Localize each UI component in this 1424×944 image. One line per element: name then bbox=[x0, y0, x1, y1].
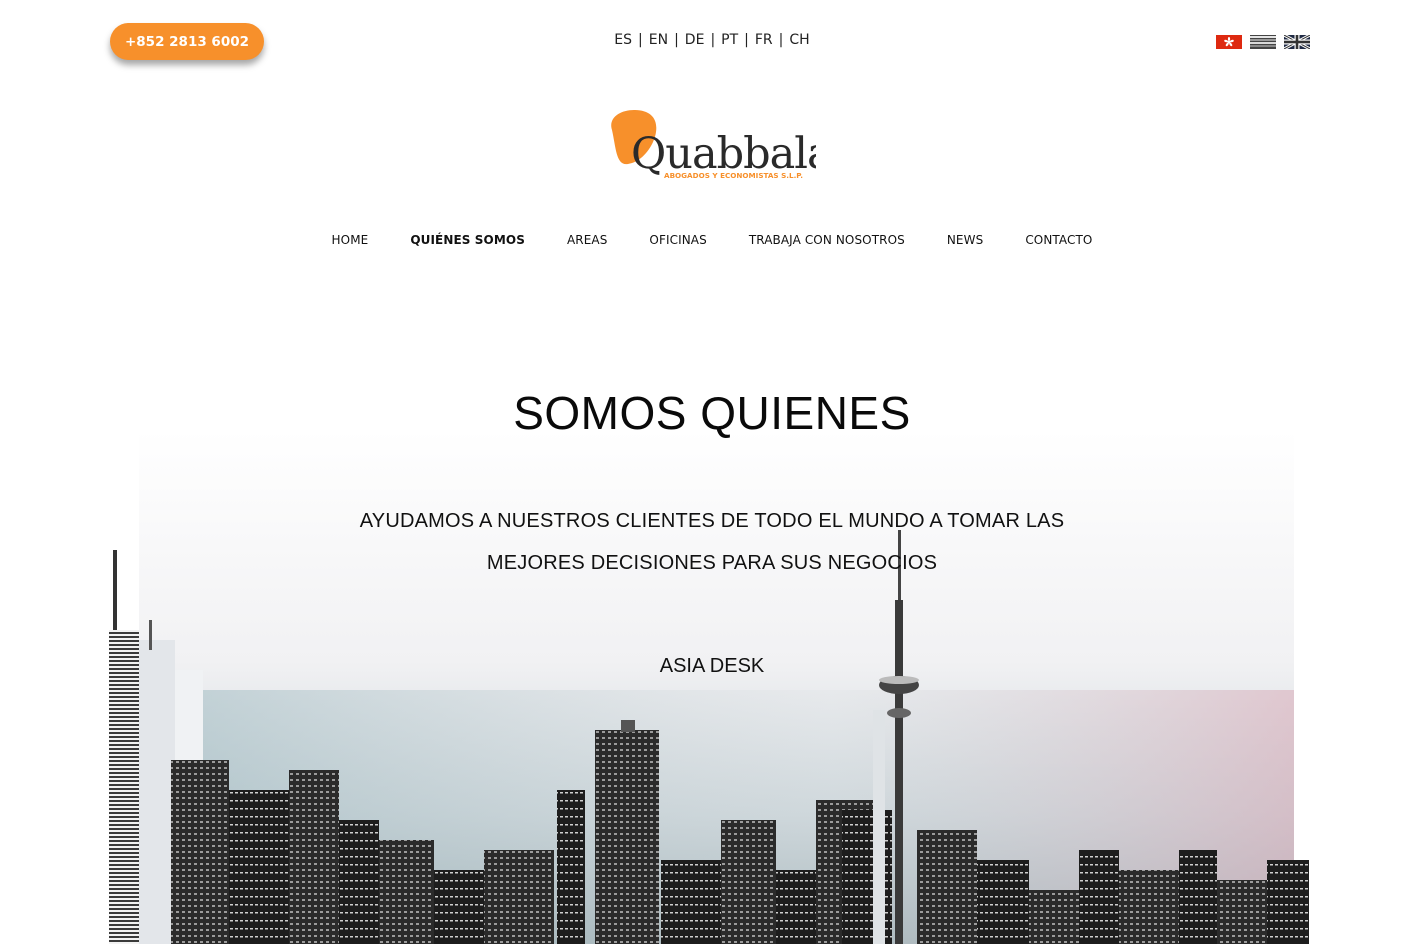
nav-contacto[interactable]: CONTACTO bbox=[1025, 233, 1092, 247]
asia-desk-link[interactable]: ASIA DESK bbox=[0, 655, 1424, 678]
lang-es[interactable]: ES bbox=[614, 32, 632, 48]
nav-news[interactable]: NEWS bbox=[947, 233, 983, 247]
nav-areas[interactable]: AREAS bbox=[567, 233, 607, 247]
uk-flag-icon[interactable] bbox=[1284, 35, 1310, 49]
language-switcher: ES | EN | DE | PT | FR | CH bbox=[0, 32, 1424, 48]
lang-de[interactable]: DE bbox=[685, 32, 705, 48]
logo-tagline: ABOGADOS Y ECONOMISTAS S.L.P. bbox=[664, 171, 803, 180]
lang-separator: | bbox=[778, 32, 784, 48]
nav-oficinas[interactable]: OFICINAS bbox=[649, 233, 706, 247]
lang-separator: | bbox=[710, 32, 716, 48]
lang-en[interactable]: EN bbox=[649, 32, 668, 48]
hero-subtitle-line-1: AYUDAMOS A NUESTROS CLIENTES DE TODO EL … bbox=[359, 510, 1065, 532]
quabbala-logo[interactable]: Quabbala ABOGADOS Y ECONOMISTAS S.L.P. bbox=[606, 108, 816, 183]
hong-kong-flag-icon[interactable] bbox=[1216, 35, 1242, 49]
generic-flag-icon[interactable] bbox=[1250, 35, 1276, 49]
lang-ch[interactable]: CH bbox=[789, 32, 809, 48]
lang-separator: | bbox=[744, 32, 749, 48]
hero-title: SOMOS QUIENES bbox=[513, 387, 911, 439]
lang-separator: | bbox=[674, 32, 679, 48]
flag-switcher bbox=[1216, 35, 1310, 49]
hero-subtitle-line-2: MEJORES DECISIONES PARA SUS NEGOCIOS bbox=[486, 552, 938, 574]
nav-home[interactable]: HOME bbox=[332, 233, 369, 247]
lang-fr[interactable]: FR bbox=[755, 32, 773, 48]
lang-pt[interactable]: PT bbox=[721, 32, 738, 48]
lang-separator: | bbox=[638, 32, 643, 48]
main-nav: HOME QUIÉNES SOMOS AREAS OFICINAS TRABAJ… bbox=[0, 233, 1424, 247]
nav-trabaja-con-nosotros[interactable]: TRABAJA CON NOSOTROS bbox=[749, 233, 905, 247]
hero-subtitle: AYUDAMOS A NUESTROS CLIENTES DE TODO EL … bbox=[0, 500, 1424, 584]
nav-quienes-somos[interactable]: QUIÉNES SOMOS bbox=[410, 233, 525, 247]
